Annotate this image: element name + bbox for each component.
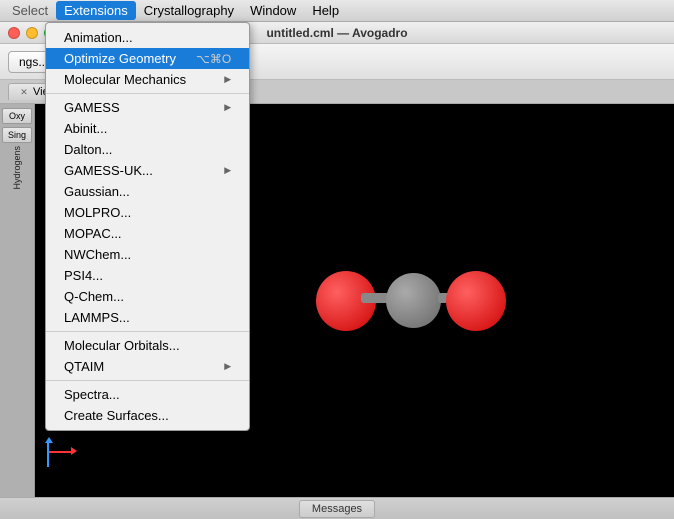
menu-item-lammps-label: LAMMPS... <box>64 310 231 325</box>
tab-close-view1[interactable]: ✕ <box>19 87 29 97</box>
menu-item-create-surfaces-label: Create Surfaces... <box>64 408 231 423</box>
menu-item-qtaim[interactable]: QTAIM <box>46 356 249 377</box>
menu-item-qtaim-label: QTAIM <box>64 359 224 374</box>
messages-button[interactable]: Messages <box>299 500 375 518</box>
menu-separator-3 <box>46 380 249 381</box>
menu-item-mopac[interactable]: MOPAC... <box>46 223 249 244</box>
menu-item-molpro-label: MOLPRO... <box>64 205 231 220</box>
menu-item-dalton[interactable]: Dalton... <box>46 139 249 160</box>
menu-item-abinit-label: Abinit... <box>64 121 231 136</box>
bond-left <box>361 293 389 303</box>
menu-item-molecular-mechanics[interactable]: Molecular Mechanics <box>46 69 249 90</box>
menu-item-create-surfaces[interactable]: Create Surfaces... <box>46 405 249 426</box>
menu-item-qchem[interactable]: Q-Chem... <box>46 286 249 307</box>
menu-window[interactable]: Window <box>242 1 304 20</box>
menu-item-lammps[interactable]: LAMMPS... <box>46 307 249 328</box>
menu-item-molecular-orbitals[interactable]: Molecular Orbitals... <box>46 335 249 356</box>
menu-item-abinit[interactable]: Abinit... <box>46 118 249 139</box>
menu-item-molecular-mechanics-label: Molecular Mechanics <box>64 72 224 87</box>
menu-item-gamess-label: GAMESS <box>64 100 224 115</box>
menu-item-qchem-label: Q-Chem... <box>64 289 231 304</box>
menu-item-spectra-label: Spectra... <box>64 387 231 402</box>
hydrogens-label: Hydrogens <box>12 146 22 190</box>
menu-item-gamess-uk[interactable]: GAMESS-UK... <box>46 160 249 181</box>
dropdown-overlay: Animation... Optimize Geometry ⌥⌘O Molec… <box>45 22 250 431</box>
menu-item-animation[interactable]: Animation... <box>46 27 249 48</box>
menu-help[interactable]: Help <box>304 1 347 20</box>
menu-item-molecular-orbitals-label: Molecular Orbitals... <box>64 338 231 353</box>
menu-item-psi4[interactable]: PSI4... <box>46 265 249 286</box>
molecular-mechanics-arrow <box>224 74 231 85</box>
menu-item-gaussian[interactable]: Gaussian... <box>46 181 249 202</box>
menu-item-nwchem-label: NWChem... <box>64 247 231 262</box>
qtaim-arrow <box>224 361 231 372</box>
menubar: Select Extensions Crystallography Window… <box>0 0 674 22</box>
menu-separator-2 <box>46 331 249 332</box>
minimize-button[interactable] <box>26 27 38 39</box>
menu-crystallography[interactable]: Crystallography <box>136 1 242 20</box>
menu-item-optimize-geometry-label: Optimize Geometry <box>64 51 176 66</box>
menu-item-gamess[interactable]: GAMESS <box>46 97 249 118</box>
gamess-arrow <box>224 102 231 113</box>
menu-item-nwchem[interactable]: NWChem... <box>46 244 249 265</box>
atom-center <box>386 273 441 328</box>
menu-extensions[interactable]: Extensions <box>56 1 136 20</box>
axis-y <box>47 442 49 467</box>
menu-item-molpro[interactable]: MOLPRO... <box>46 202 249 223</box>
extensions-menu: Animation... Optimize Geometry ⌥⌘O Molec… <box>45 22 250 431</box>
menu-item-optimize-geometry[interactable]: Optimize Geometry ⌥⌘O <box>46 48 249 69</box>
atom-oxygen-right <box>446 271 506 331</box>
axis-y-arrow <box>45 437 53 443</box>
side-panel: Oxy Sing Hydrogens <box>0 104 35 497</box>
menu-item-gaussian-label: Gaussian... <box>64 184 231 199</box>
menu-item-psi4-label: PSI4... <box>64 268 231 283</box>
oxy-button[interactable]: Oxy <box>2 108 32 124</box>
menu-item-spectra[interactable]: Spectra... <box>46 384 249 405</box>
menu-separator-1 <box>46 93 249 94</box>
axis-x-arrow <box>71 447 77 455</box>
menu-select[interactable]: Select <box>4 1 56 20</box>
sing-button[interactable]: Sing <box>2 127 32 143</box>
axes <box>47 437 77 467</box>
menu-item-optimize-geometry-shortcut: ⌥⌘O <box>196 52 231 66</box>
axis-x <box>47 451 72 453</box>
menu-item-mopac-label: MOPAC... <box>64 226 231 241</box>
gamess-uk-arrow <box>224 165 231 176</box>
window-title: untitled.cml — Avogadro <box>266 26 407 40</box>
close-button[interactable] <box>8 27 20 39</box>
menu-item-dalton-label: Dalton... <box>64 142 231 157</box>
menu-item-gamess-uk-label: GAMESS-UK... <box>64 163 224 178</box>
menu-item-animation-label: Animation... <box>64 30 231 45</box>
statusbar: Messages <box>0 497 674 519</box>
